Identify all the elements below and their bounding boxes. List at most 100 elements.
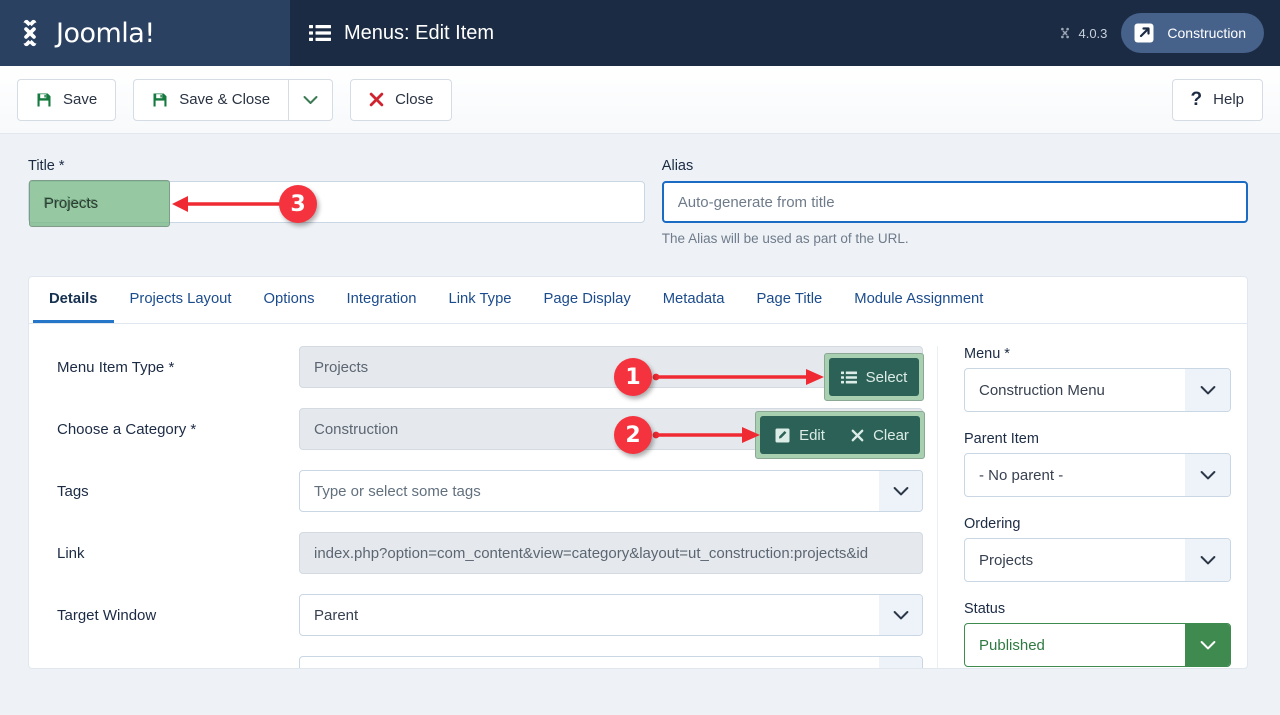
floppy-disk-icon [153,93,167,106]
tags-placeholder-text: Type or select some tags [314,482,481,500]
tab-label: Metadata [662,290,725,307]
ordering-value: Projects [979,551,1034,569]
details-main-column: Menu Item Type * Projects Choose a Categ… [29,346,929,670]
tab-bar: Details Projects Layout Options Integrat… [29,277,1247,324]
tags-row: Tags Type or select some tags [57,470,929,512]
tags-select[interactable]: Type or select some tags [299,470,923,512]
external-link-icon [1131,20,1157,46]
tab-label: Integration [346,290,417,307]
editor-toolbar: Save Save & Close Close ? Help [0,66,1280,134]
tab-label: Link Type [448,290,512,307]
joomla-mark-icon [23,19,37,47]
ordering-select[interactable]: Projects [964,538,1231,582]
help-button[interactable]: ? Help [1171,78,1263,121]
chevron-down-icon [879,595,922,635]
tab-page-display[interactable]: Page Display [528,277,647,323]
version-text: 4.0.3 [1078,25,1108,41]
question-mark-icon: ? [1190,89,1203,110]
parent-item-field: Parent Item - No parent - [964,431,1247,497]
chevron-down-icon [1185,624,1230,666]
save-options-dropdown-button[interactable] [288,79,332,120]
target-window-value: Parent [314,606,359,624]
title-alias-row: Title * Alias The Alias will be used as … [28,158,1248,246]
tab-metadata[interactable]: Metadata [647,277,741,323]
tags-control: Type or select some tags [299,470,923,512]
tab-integration[interactable]: Integration [331,277,433,323]
brand-area[interactable]: Joomla! [0,0,290,66]
close-button[interactable]: Close [350,78,453,121]
save-and-close-button[interactable]: Save & Close [134,80,288,120]
tab-label: Projects Layout [129,290,232,307]
category-value: Construction [299,408,923,450]
save-label: Save [63,91,98,108]
tab-projects-layout[interactable]: Projects Layout [114,277,248,323]
page-content: Title * Alias The Alias will be used as … [0,134,1280,715]
alias-field-group: Alias The Alias will be used as part of … [661,158,1248,246]
parent-item-select[interactable]: - No parent - [964,453,1231,497]
chevron-down-icon [1185,454,1230,496]
tab-options[interactable]: Options [248,277,331,323]
tab-module-assignment[interactable]: Module Assignment [838,277,999,323]
template-style-row: Template Style ut_construction - Constru… [57,656,929,670]
tab-label: Page Display [543,290,631,307]
template-style-value: ut_construction - Construction [314,669,513,670]
tab-label: Options [263,290,315,307]
link-row: Link index.php?option=com_content&view=c… [57,532,929,574]
alias-help-text: The Alias will be used as part of the UR… [661,231,909,246]
close-label: Close [395,91,434,108]
tab-details[interactable]: Details [33,277,114,323]
tab-label: Module Assignment [854,290,984,307]
version-badge: 4.0.3 [1058,26,1107,41]
ordering-label: Ordering [964,516,1021,532]
parent-item-value: - No parent - [979,466,1064,484]
floppy-disk-icon [37,93,51,106]
status-value: Published [979,636,1045,654]
save-button[interactable]: Save [17,78,117,121]
link-control: index.php?option=com_content&view=catego… [299,532,923,574]
menu-item-type-label: Menu Item Type * [57,358,175,376]
template-style-control: ut_construction - Construction [299,656,923,670]
chevron-down-icon [1185,539,1230,581]
category-control: Construction [299,408,923,450]
menu-select[interactable]: Construction Menu [964,368,1231,412]
menu-label: Menu * [964,346,1010,362]
title-field-group: Title * [28,158,645,246]
list-icon [309,25,331,41]
category-label: Choose a Category * [57,420,197,438]
tab-label: Page Title [756,290,823,307]
chevron-down-icon [879,657,922,668]
menu-item-type-control: Projects [299,346,923,388]
target-window-row: Target Window Parent [57,594,929,636]
template-style-label: Template Style [57,669,299,670]
title-input[interactable] [28,181,645,223]
page-title: Menus: Edit Item [344,21,495,44]
view-site-button[interactable]: Construction [1121,13,1264,53]
details-panel: Menu Item Type * Projects Choose a Categ… [29,324,1247,670]
status-select[interactable]: Published [964,623,1231,667]
title-label: Title * [28,158,65,174]
x-icon [369,92,384,107]
status-field: Status Published [964,601,1247,667]
tags-label: Tags [57,482,89,500]
details-side-column: Menu * Construction Menu Parent Item - N… [937,346,1247,668]
brand-name: Joomla! [56,17,155,49]
menu-item-type-row: Menu Item Type * Projects [57,346,929,388]
alias-input[interactable] [661,181,1248,223]
app-header: Joomla! Menus: Edit Item 4.0.3 Construct… [0,0,1280,66]
link-value: index.php?option=com_content&view=catego… [299,532,923,574]
ordering-field: Ordering Projects [964,516,1247,582]
view-site-label: Construction [1167,25,1246,41]
target-window-control: Parent [299,594,923,636]
link-label: Link [57,544,85,562]
tab-link-type[interactable]: Link Type [432,277,527,323]
tab-page-title[interactable]: Page Title [740,277,838,323]
category-row: Choose a Category * Construction [57,408,929,450]
joomla-icon [1061,27,1070,39]
target-window-select[interactable]: Parent [299,594,923,636]
details-card: Details Projects Layout Options Integrat… [28,276,1248,669]
template-style-select[interactable]: ut_construction - Construction [299,656,923,670]
status-label: Status [964,601,1006,617]
chevron-down-icon [1185,369,1230,411]
joomla-logo[interactable]: Joomla! [13,16,155,50]
menu-value: Construction Menu [979,381,1105,399]
